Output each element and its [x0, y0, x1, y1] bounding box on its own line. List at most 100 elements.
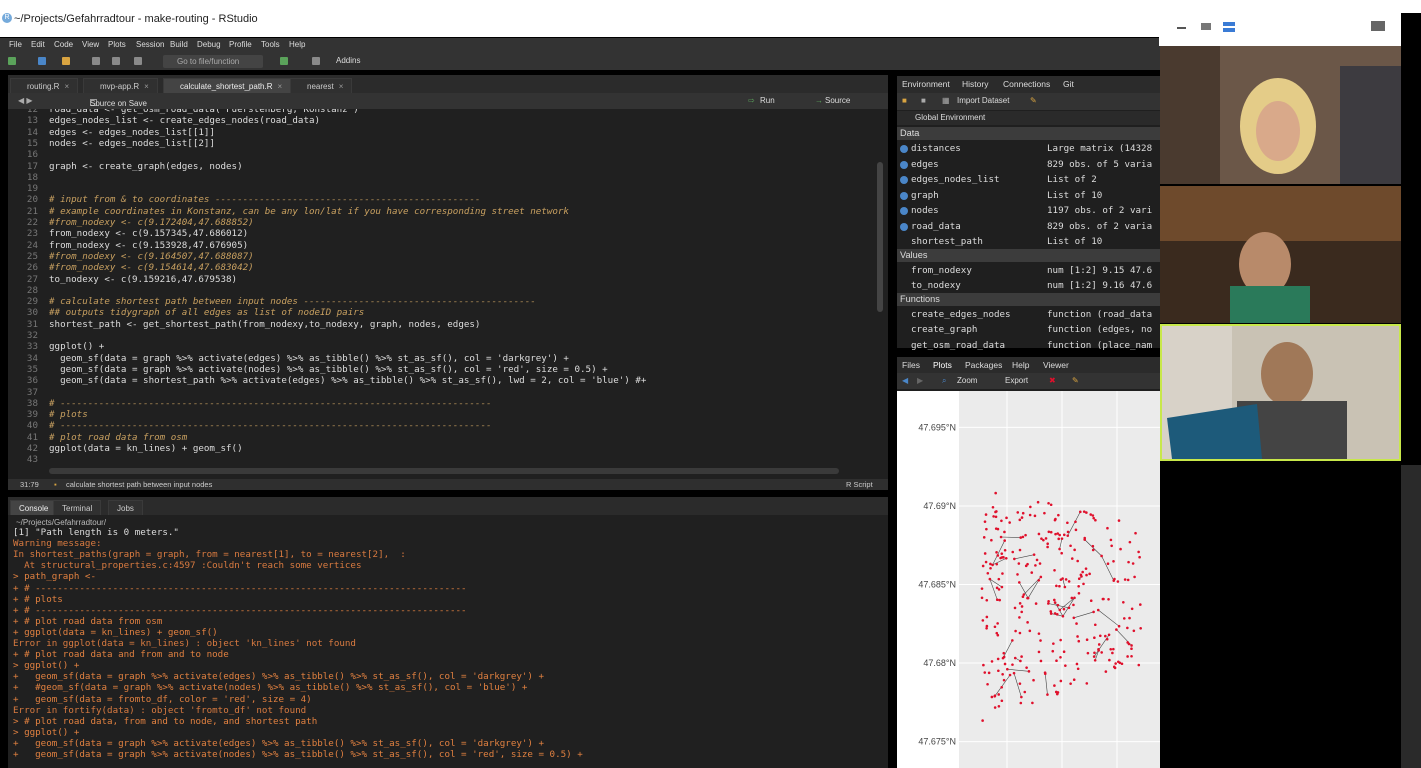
new-project-icon[interactable]	[38, 57, 46, 65]
file-type[interactable]: R Script	[846, 480, 873, 489]
code-text: ggplot() +	[49, 341, 105, 353]
save-all-icon[interactable]	[112, 57, 120, 65]
road-node	[1067, 606, 1071, 610]
road-node	[989, 562, 992, 566]
environment-row[interactable]: create_edges_nodes function (road_data	[897, 307, 1160, 323]
load-workspace-icon[interactable]: ■	[902, 96, 907, 105]
layout-icon[interactable]	[312, 57, 320, 65]
tab-jobs[interactable]: Jobs	[108, 500, 143, 515]
code-area[interactable]: 12 road_data <- get_osm_road_data("Fuerst…	[8, 109, 878, 541]
road-node	[984, 513, 988, 516]
road-node	[994, 510, 997, 514]
tab-terminal[interactable]: Terminal	[53, 500, 102, 515]
section-icon: ▪	[54, 480, 57, 489]
layout-grid-icon[interactable]	[1223, 22, 1235, 32]
menu-help[interactable]: Help	[289, 40, 305, 49]
tab-nearest[interactable]: nearest ×	[290, 78, 353, 93]
tab-environment[interactable]: Environment	[902, 79, 950, 89]
close-icon[interactable]: ×	[339, 82, 344, 91]
tab-files[interactable]: Files	[902, 360, 920, 370]
menu-code[interactable]: Code	[54, 40, 73, 49]
minimize-icon[interactable]	[1177, 27, 1186, 29]
road-node	[1037, 650, 1041, 654]
close-icon[interactable]: ×	[64, 82, 69, 91]
vcs-icon[interactable]	[280, 57, 288, 65]
addins-menu[interactable]: Addins	[336, 56, 360, 65]
menu-edit[interactable]: Edit	[31, 40, 45, 49]
environment-row[interactable]: create_graph function (edges, no	[897, 322, 1160, 338]
menu-tools[interactable]: Tools	[261, 40, 280, 49]
tab-routing[interactable]: routing.R ×	[10, 78, 79, 93]
tab-packages[interactable]: Packages	[965, 360, 1002, 370]
console-line: + # plots	[13, 593, 63, 605]
tab-calculate-shortest-path[interactable]: calculate_shortest_path.R ×	[163, 78, 292, 93]
expand-icon[interactable]	[900, 191, 908, 200]
environment-row[interactable]: edges 829 obs. of 5 varia	[897, 157, 1160, 173]
editor-vertical-scrollbar[interactable]	[877, 162, 883, 312]
close-icon[interactable]: ×	[278, 82, 283, 91]
tab-mvp-app[interactable]: mvp-app.R ×	[83, 78, 158, 93]
tab-viewer[interactable]: Viewer	[1043, 360, 1069, 370]
expand-icon[interactable]	[900, 176, 908, 184]
broom-icon[interactable]: ✎	[1030, 96, 1037, 105]
tab-plots[interactable]: Plots	[933, 360, 952, 370]
road-node	[1000, 519, 1003, 523]
expand-icon[interactable]	[900, 207, 908, 215]
menu-file[interactable]: File	[9, 40, 22, 49]
back-arrow-icon[interactable]: ◀	[902, 376, 908, 385]
environment-row[interactable]: from_nodexy num [1:2] 9.15 47.6	[897, 263, 1160, 279]
remove-plot-icon[interactable]: ✖	[1049, 376, 1056, 385]
zoom-button[interactable]: Zoom	[957, 376, 977, 385]
road-node	[1059, 679, 1063, 683]
clear-plots-icon[interactable]: ✎	[1072, 376, 1079, 385]
expand-icon[interactable]	[900, 222, 908, 231]
editor-horizontal-scrollbar[interactable]	[49, 468, 839, 474]
export-button[interactable]: Export	[1005, 376, 1028, 385]
open-file-icon[interactable]	[62, 57, 70, 65]
tab-console[interactable]: Console	[10, 500, 58, 515]
source-button[interactable]: Source	[825, 96, 850, 105]
expand-icon[interactable]	[900, 160, 908, 169]
menu-debug[interactable]: Debug	[197, 40, 221, 49]
close-icon[interactable]: ×	[144, 82, 149, 91]
code-line: 39 # plots	[8, 409, 878, 420]
menu-view[interactable]: View	[82, 40, 99, 49]
menu-session[interactable]: Session	[136, 40, 164, 49]
tab-connections[interactable]: Connections	[1003, 79, 1050, 89]
environment-row[interactable]: nodes 1197 obs. of 2 vari	[897, 203, 1160, 219]
menu-profile[interactable]: Profile	[229, 40, 252, 49]
window-icon[interactable]	[1201, 23, 1211, 30]
save-icon[interactable]	[92, 57, 100, 65]
run-button[interactable]: Run	[760, 96, 775, 105]
goto-file-input[interactable]: Go to file/function	[163, 55, 263, 68]
environment-row[interactable]: road_data 829 obs. of 2 varia	[897, 219, 1160, 235]
environment-row[interactable]: distances Large matrix (14328	[897, 141, 1160, 157]
section-name[interactable]: calculate shortest path between input no…	[66, 480, 212, 489]
expand-icon[interactable]	[900, 145, 908, 153]
back-forward-icon[interactable]: ◀ ▶	[18, 96, 33, 105]
cursor-position: 31:79	[20, 480, 39, 489]
tab-help[interactable]: Help	[1012, 360, 1029, 370]
environment-row[interactable]: graph List of 10	[897, 188, 1160, 204]
road-node	[1069, 682, 1072, 685]
line-number: 42	[26, 443, 38, 454]
new-file-icon[interactable]	[8, 57, 16, 65]
menu-build[interactable]: Build	[170, 40, 188, 49]
expand-icon[interactable]	[1371, 21, 1385, 31]
environment-row[interactable]: edges_nodes_list List of 2	[897, 172, 1160, 188]
print-icon[interactable]	[134, 57, 142, 65]
road-node	[1056, 691, 1060, 694]
environment-row[interactable]: get_osm_road_data function (place_nam	[897, 338, 1160, 354]
line-number: 21	[26, 205, 38, 217]
tab-history[interactable]: History	[962, 79, 988, 89]
road-node	[995, 631, 999, 635]
environment-row[interactable]: shortest_path List of 10	[897, 234, 1160, 250]
environment-row[interactable]: to_nodexy num [1:2] 9.16 47.6	[897, 278, 1160, 294]
forward-arrow-icon[interactable]: ▶	[917, 376, 923, 385]
import-dataset-button[interactable]: Import Dataset	[957, 96, 1009, 105]
save-workspace-icon[interactable]: ■	[921, 96, 926, 105]
tab-git[interactable]: Git	[1063, 79, 1074, 89]
road-node	[1012, 671, 1016, 675]
environment-scope[interactable]: Global Environment	[897, 111, 1160, 125]
menu-plots[interactable]: Plots	[108, 40, 126, 49]
